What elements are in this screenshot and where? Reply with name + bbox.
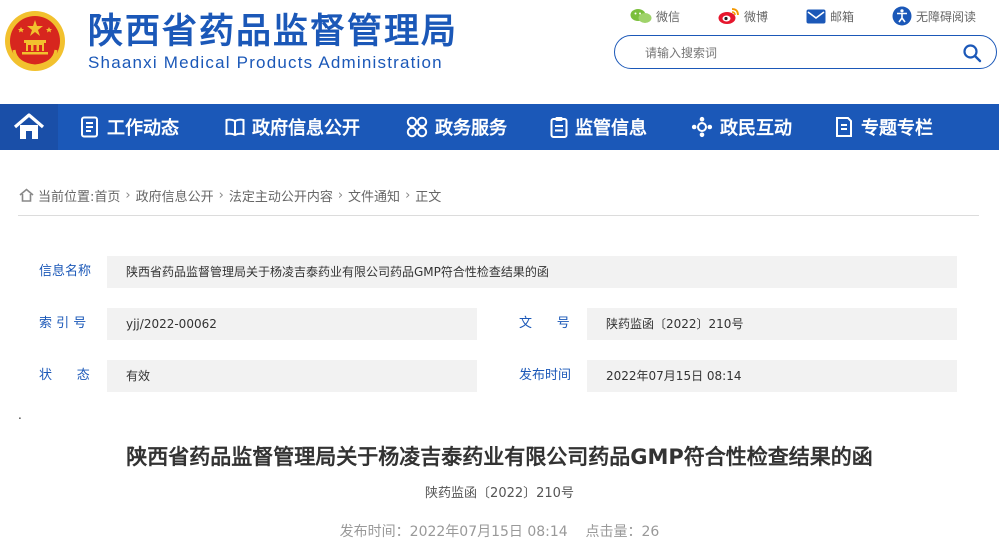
info-date-value: 2022年07月15日 08:14 [587, 360, 957, 392]
nav-item-label: 政务服务 [435, 118, 507, 139]
info-docno-label: 文 号 [519, 316, 570, 331]
nav-item-gov-info[interactable]: 政府信息公开 [225, 104, 360, 150]
accessibility-icon [892, 6, 912, 26]
accessibility-label: 无障碍阅读 [916, 9, 977, 24]
info-docno-value: 陕药监函〔2022〕210号 [587, 308, 957, 340]
mail-icon [806, 9, 826, 23]
wechat-label: 微信 [656, 9, 681, 24]
document-list-icon [81, 116, 98, 138]
nav-item-supervision[interactable]: 监管信息 [550, 104, 647, 150]
weibo-label: 微博 [744, 9, 769, 24]
nav-item-label: 工作动态 [107, 118, 179, 139]
home-icon [13, 113, 45, 139]
breadcrumb-item-current: 正文 [415, 189, 442, 205]
chevron-right-icon: › [125, 187, 131, 203]
breadcrumb: 当前位置: 首页 › 政府信息公开 › 法定主动公开内容 › 文件通知 › 正文 [19, 186, 442, 205]
home-small-icon [19, 188, 34, 202]
nav-item-topics[interactable]: 专题专栏 [834, 104, 933, 150]
article-meta: 发布时间：2022年07月15日 08:14 点击量：26 [339, 524, 660, 540]
topic-icon [836, 117, 852, 137]
nav-item-label: 政府信息公开 [252, 118, 360, 139]
site-title-en: Shaanxi Medical Products Administration [88, 53, 443, 72]
nav-item-interaction[interactable]: 政民互动 [691, 104, 792, 150]
info-status-label: 状 态 [39, 368, 90, 383]
article-title: 陕西省药品监督管理局关于杨凌吉泰药业有限公司药品GMP符合性检查结果的函 [126, 445, 873, 469]
breadcrumb-item-notices[interactable]: 文件通知 [348, 186, 400, 205]
nav-item-work-news[interactable]: 工作动态 [80, 104, 179, 150]
search-input[interactable] [643, 43, 947, 63]
info-name-label: 信息名称 [39, 264, 92, 279]
grid-service-icon [406, 116, 428, 138]
mail-label: 邮箱 [830, 9, 855, 24]
nav-item-label: 专题专栏 [861, 118, 933, 139]
nav-home-button[interactable] [0, 104, 58, 150]
national-emblem-icon [5, 11, 65, 71]
article-doc-number: 陕药监函〔2022〕210号 [425, 486, 574, 501]
clipboard-icon [550, 117, 568, 138]
site-header: 陕西省药品监督管理局 Shaanxi Medical Products Admi… [0, 0, 999, 104]
mail-link[interactable]: 邮箱 [806, 6, 854, 26]
stray-dot: . [18, 408, 22, 422]
breadcrumb-item-gov-info[interactable]: 政府信息公开 [136, 186, 214, 205]
main-nav: 工作动态 政府信息公开 政务服务 监管信息 政民互动 专题专栏 [0, 104, 999, 150]
breadcrumb-divider [18, 215, 979, 216]
wechat-icon [630, 9, 652, 23]
nav-item-gov-services[interactable]: 政务服务 [406, 104, 507, 150]
accessibility-link[interactable]: 无障碍阅读 [892, 6, 976, 26]
breadcrumb-item-statutory[interactable]: 法定主动公开内容 [229, 186, 333, 205]
info-date-label: 发布时间 [519, 368, 572, 383]
site-title-cn: 陕西省药品监督管理局 [88, 12, 459, 52]
weibo-icon [718, 8, 739, 24]
breadcrumb-item-home[interactable]: 首页 [94, 186, 120, 205]
chevron-right-icon: › [218, 187, 224, 203]
chevron-right-icon: › [405, 187, 411, 203]
breadcrumb-prefix: 当前位置: [38, 189, 95, 205]
weibo-link[interactable]: 微博 [718, 6, 768, 26]
open-book-icon [225, 118, 245, 137]
chevron-right-icon: › [337, 187, 344, 203]
wechat-link[interactable]: 微信 [630, 6, 680, 26]
search-icon[interactable] [962, 43, 982, 63]
info-name-value: 陕西省药品监督管理局关于杨凌吉泰药业有限公司药品GMP符合性检查结果的函 [107, 256, 957, 288]
nav-item-label: 监管信息 [575, 118, 647, 139]
info-index-label: 索 引 号 [39, 316, 87, 331]
nav-item-label: 政民互动 [720, 118, 792, 139]
top-links: 微信 微博 邮箱 无障碍阅读 [630, 6, 990, 26]
search-box [614, 35, 997, 69]
info-status-value: 有效 [107, 360, 477, 392]
info-index-value: yjj/2022-00062 [107, 308, 477, 340]
interaction-icon [691, 116, 713, 138]
